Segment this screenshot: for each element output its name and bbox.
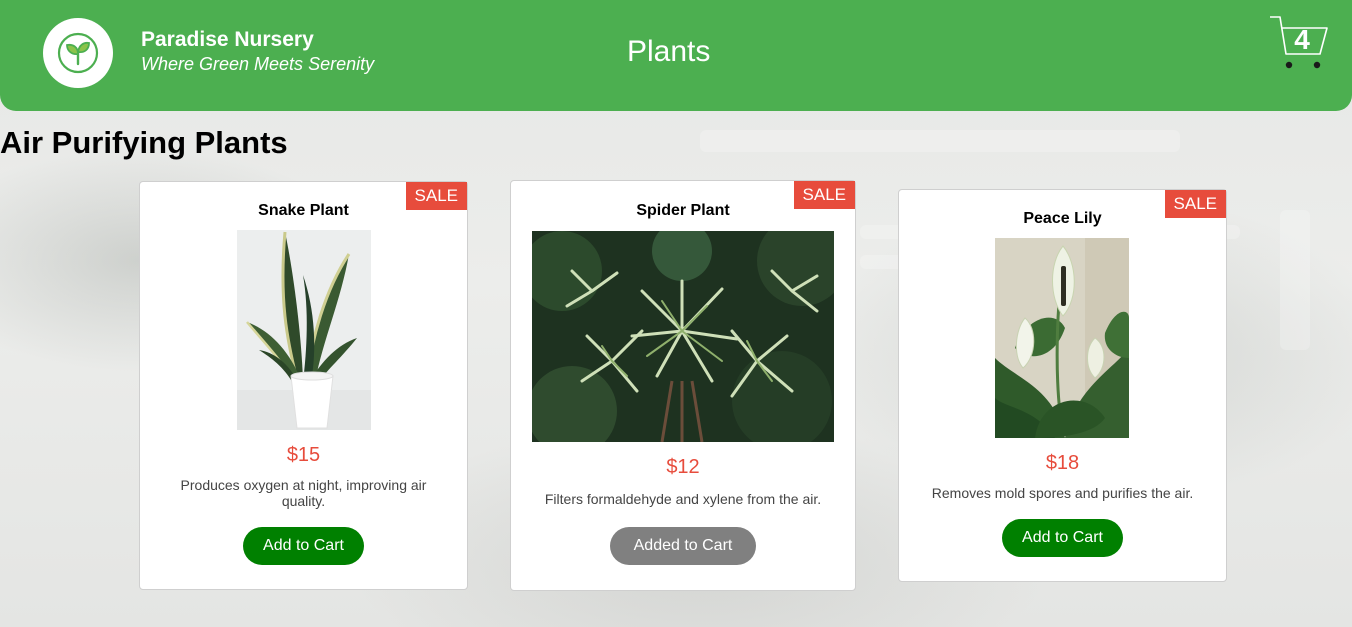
- plant-description: Produces oxygen at night, improving air …: [180, 477, 427, 509]
- category-title: Air Purifying Plants: [0, 125, 288, 160]
- plant-description: Removes mold spores and purifies the air…: [931, 485, 1194, 501]
- background-decoration: [700, 130, 1180, 152]
- plant-name: Snake Plant: [258, 202, 349, 219]
- plant-image: [237, 230, 371, 430]
- add-to-cart-button[interactable]: Add to Cart: [1002, 519, 1123, 557]
- navbar: Paradise Nursery Where Green Meets Seren…: [0, 0, 1352, 111]
- brand[interactable]: Paradise Nursery Where Green Meets Seren…: [141, 28, 374, 76]
- brand-name: Paradise Nursery: [141, 28, 314, 51]
- plant-price: $15: [286, 444, 321, 466]
- plant-card: SALE Peace Lily $18 Removes mold spores …: [898, 189, 1227, 582]
- plant-price: $12: [666, 456, 700, 478]
- brand-tagline: Where Green Meets Serenity: [141, 54, 375, 74]
- plant-image: [532, 231, 834, 442]
- add-to-cart-button[interactable]: Add to Cart: [243, 527, 364, 565]
- sprout-icon: [57, 32, 99, 74]
- logo[interactable]: [43, 18, 113, 88]
- plant-card: SALE Spider Plant $12 Filters formaldehy…: [510, 180, 856, 591]
- nav-link-plants[interactable]: Plants: [627, 35, 710, 69]
- plant-name: Spider Plant: [636, 202, 730, 219]
- plant-price: $18: [1045, 452, 1080, 474]
- background-decoration: [1280, 210, 1310, 350]
- cart-button[interactable]: 4: [1268, 14, 1330, 72]
- cart-count: 4: [1294, 24, 1310, 55]
- plant-image: [995, 238, 1129, 438]
- plant-card: SALE Snake Plant $15 Produces oxygen at …: [139, 181, 468, 590]
- plant-name: Peace Lily: [1023, 210, 1102, 227]
- added-to-cart-button[interactable]: Added to Cart: [610, 527, 756, 565]
- plant-description: Filters formaldehyde and xylene from the…: [544, 491, 822, 507]
